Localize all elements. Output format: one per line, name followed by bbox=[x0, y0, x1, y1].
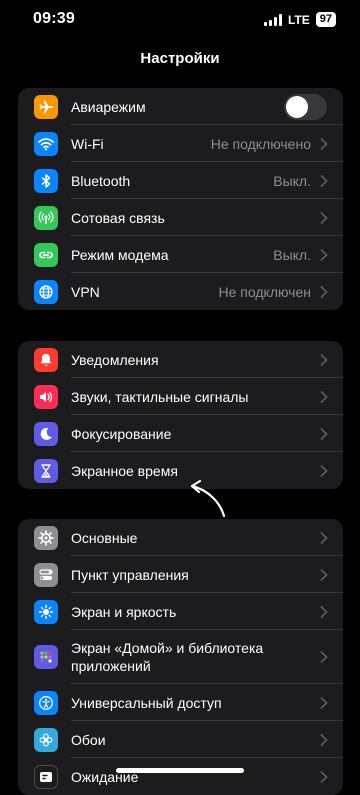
globe-icon bbox=[34, 279, 58, 304]
chevron-right-icon bbox=[320, 605, 328, 618]
row-label: Экран и яркость bbox=[71, 603, 177, 620]
row-cellular[interactable]: Сотовая связь bbox=[18, 199, 343, 236]
row-label: Фокусирование bbox=[71, 425, 172, 442]
row-label: Универсальный доступ bbox=[71, 694, 222, 711]
row-screen-time[interactable]: Экранное время bbox=[18, 452, 343, 489]
row-vpn[interactable]: VPN Не подключен bbox=[18, 273, 343, 310]
chevron-right-icon bbox=[320, 211, 328, 224]
hourglass-icon bbox=[34, 458, 58, 483]
chevron-right-icon bbox=[320, 770, 328, 783]
row-notifications[interactable]: Уведомления bbox=[18, 341, 343, 378]
row-value: Не подключен bbox=[218, 283, 311, 300]
row-value: Не подключено bbox=[210, 135, 311, 152]
row-label: Экран «Домой» и библиотека приложений bbox=[71, 640, 264, 674]
status-time: 09:39 bbox=[33, 10, 75, 27]
row-label: Звуки, тактильные сигналы bbox=[71, 388, 249, 405]
settings-group-connectivity: Авиарежим Wi-Fi Не подключено Bluetooth … bbox=[18, 88, 343, 310]
page-title: Настройки bbox=[140, 50, 220, 67]
chevron-right-icon bbox=[320, 137, 328, 150]
row-label: Режим модема bbox=[71, 246, 169, 263]
chevron-right-icon bbox=[320, 390, 328, 403]
row-label: Уведомления bbox=[71, 351, 159, 368]
row-value: Выкл. bbox=[273, 172, 311, 189]
chevron-right-icon bbox=[320, 531, 328, 544]
annotation-arrow-icon bbox=[190, 479, 226, 518]
row-home-screen[interactable]: Экран «Домой» и библиотека приложений bbox=[18, 630, 343, 684]
cellular-icon bbox=[34, 205, 58, 230]
row-airplane[interactable]: Авиарежим bbox=[18, 88, 343, 125]
flower-icon bbox=[34, 727, 58, 752]
row-label: Bluetooth bbox=[71, 172, 131, 189]
settings-group-notifications: Уведомления Звуки, тактильные сигналы Фо… bbox=[18, 341, 343, 489]
settings-group-general: Основные Пункт управления Экран и яркост… bbox=[18, 519, 343, 795]
row-hotspot[interactable]: Режим модема Выкл. bbox=[18, 236, 343, 273]
bell-icon bbox=[34, 347, 58, 372]
gear-icon bbox=[34, 525, 58, 550]
row-sounds[interactable]: Звуки, тактильные сигналы bbox=[18, 378, 343, 415]
network-type: LTE bbox=[287, 12, 310, 27]
sun-icon bbox=[34, 599, 58, 624]
status-bar: 09:39 LTE 97 bbox=[0, 0, 360, 40]
home-indicator bbox=[116, 768, 244, 773]
row-display[interactable]: Экран и яркость bbox=[18, 593, 343, 630]
row-label: Авиарежим bbox=[71, 98, 146, 115]
chevron-right-icon bbox=[320, 248, 328, 261]
wifi-icon bbox=[34, 131, 58, 156]
row-wifi[interactable]: Wi-Fi Не подключено bbox=[18, 125, 343, 162]
chevron-right-icon bbox=[320, 651, 328, 663]
chevron-right-icon bbox=[320, 568, 328, 581]
chevron-right-icon bbox=[320, 353, 328, 366]
speaker-icon bbox=[34, 384, 58, 409]
moon-icon bbox=[34, 421, 58, 446]
row-accessibility[interactable]: Универсальный доступ bbox=[18, 684, 343, 721]
signal-icon bbox=[263, 13, 282, 26]
chevron-right-icon bbox=[320, 174, 328, 187]
chevron-right-icon bbox=[320, 464, 328, 477]
row-label: Обои bbox=[71, 731, 106, 748]
airplane-toggle[interactable] bbox=[284, 93, 327, 120]
chevron-right-icon bbox=[320, 427, 328, 440]
row-wallpaper[interactable]: Обои bbox=[18, 721, 343, 758]
bluetooth-icon bbox=[34, 168, 58, 193]
row-standby[interactable]: Ожидание bbox=[18, 758, 343, 795]
chevron-right-icon bbox=[320, 285, 328, 298]
status-right: LTE 97 bbox=[263, 12, 336, 27]
chevron-right-icon bbox=[320, 696, 328, 709]
hotspot-icon bbox=[34, 242, 58, 267]
toggles-icon bbox=[34, 562, 58, 587]
accessibility-icon bbox=[34, 690, 58, 715]
row-control-center[interactable]: Пункт управления bbox=[18, 556, 343, 593]
row-label: Пункт управления bbox=[71, 566, 189, 583]
home-grid-icon bbox=[34, 645, 58, 669]
battery-icon: 97 bbox=[315, 12, 336, 27]
row-bluetooth[interactable]: Bluetooth Выкл. bbox=[18, 162, 343, 199]
row-value: Выкл. bbox=[273, 246, 311, 263]
row-general[interactable]: Основные bbox=[18, 519, 343, 556]
airplane-icon bbox=[34, 94, 58, 119]
chevron-right-icon bbox=[320, 733, 328, 746]
row-focus[interactable]: Фокусирование bbox=[18, 415, 343, 452]
row-label: Основные bbox=[71, 529, 138, 546]
standby-icon bbox=[34, 764, 58, 789]
row-label: Сотовая связь bbox=[71, 209, 165, 226]
